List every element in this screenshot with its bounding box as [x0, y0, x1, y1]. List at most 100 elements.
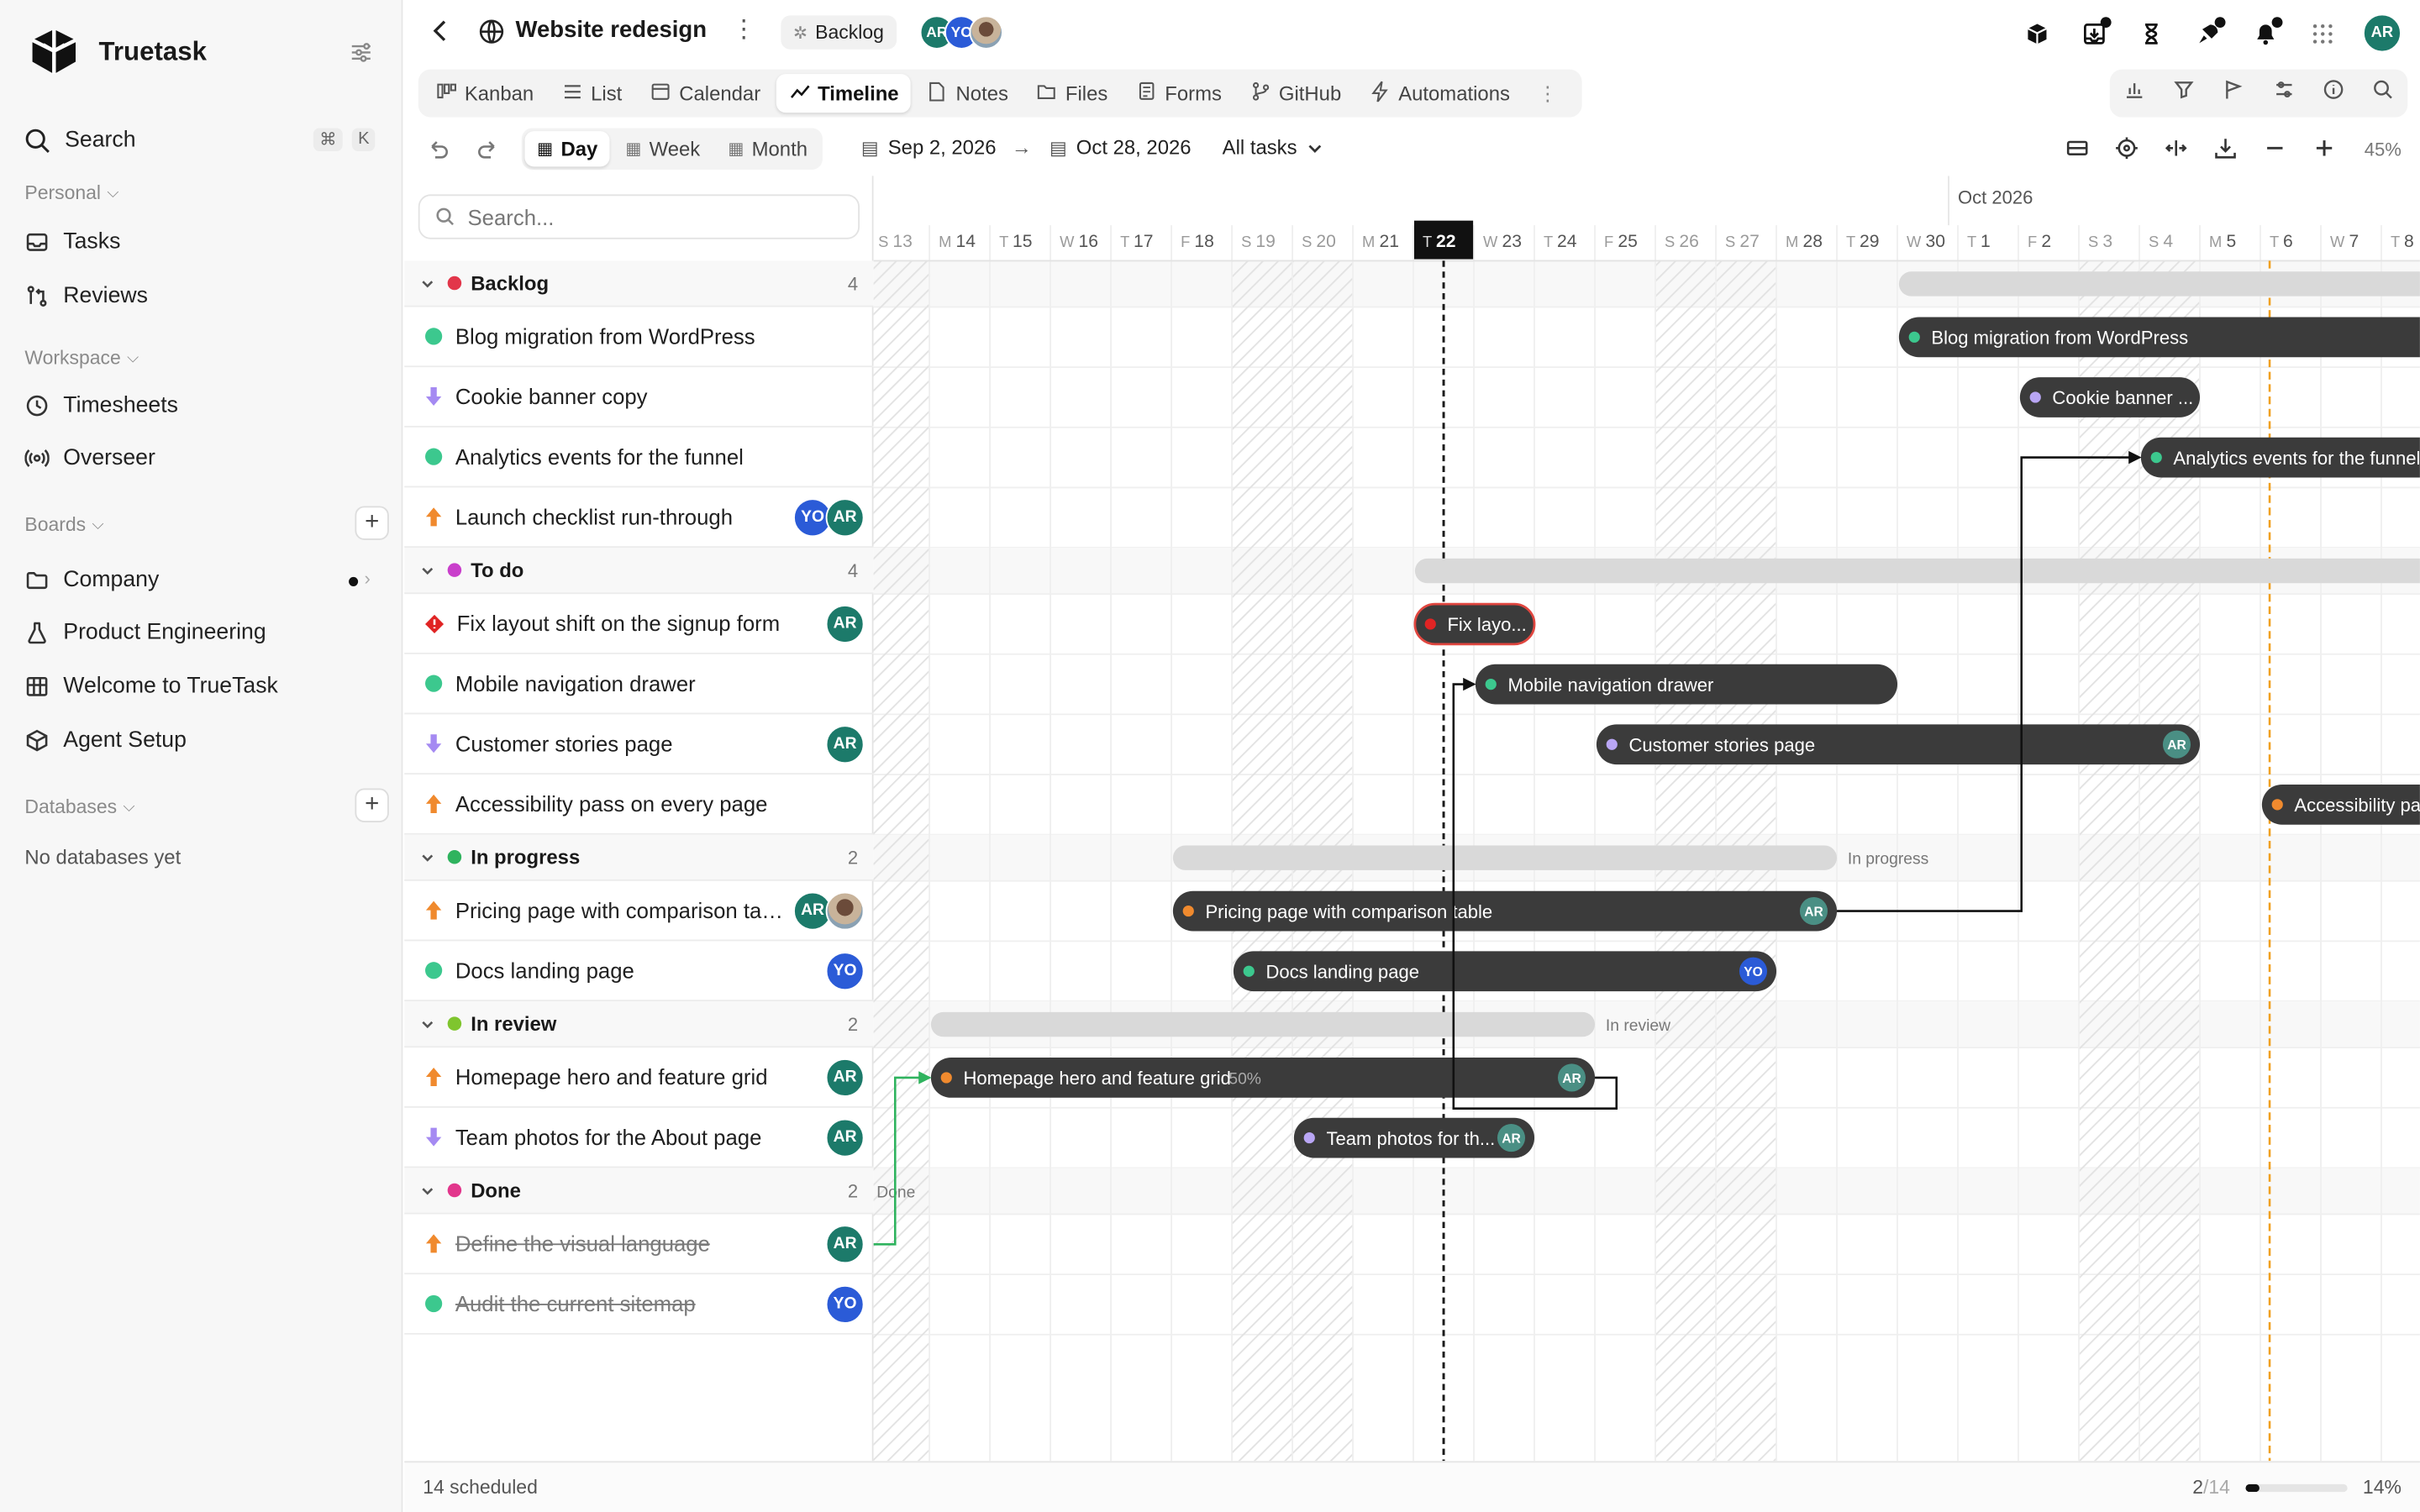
task-bar[interactable]: Pricing page with comparison table AR	[1172, 890, 1838, 932]
task-row[interactable]: Launch checklist run-through YO AR	[404, 487, 874, 549]
scale-month-button[interactable]: ▦ Month	[716, 131, 820, 166]
task-row[interactable]: Team photos for the About page AR	[404, 1108, 874, 1168]
tab-calendar[interactable]: Calendar	[638, 74, 773, 113]
task-bar[interactable]: Blog migration from WordPress	[1898, 317, 2420, 358]
task-row[interactable]: Pricing page with comparison table AR	[404, 881, 874, 942]
group-header[interactable]: Done 2	[404, 1168, 874, 1215]
task-row[interactable]: Blog migration from WordPress	[404, 307, 874, 368]
chevron-down-icon[interactable]	[420, 562, 435, 577]
task-bar[interactable]: Mobile navigation drawer	[1475, 664, 1898, 705]
search-icon[interactable]	[2372, 79, 2394, 108]
user-avatar[interactable]: AR	[2362, 13, 2402, 53]
tab-list[interactable]: List	[550, 74, 634, 113]
task-bar[interactable]: Fix layo...	[1413, 602, 1536, 646]
chevron-down-icon[interactable]	[420, 1183, 435, 1198]
task-bar[interactable]: Cookie banner ...	[2019, 377, 2201, 417]
tab-forms[interactable]: Forms	[1123, 74, 1234, 113]
task-bar[interactable]: Customer stories page AR	[1596, 724, 2201, 765]
chart-icon[interactable]	[2123, 79, 2145, 108]
group-header[interactable]: In review 2	[404, 1001, 874, 1048]
scale-week-button[interactable]: ▦ Week	[613, 131, 713, 166]
task-filter-dropdown[interactable]: All tasks	[1223, 136, 1325, 159]
task-bar[interactable]: Team photos for th... AR	[1293, 1117, 1535, 1158]
group-summary-bar[interactable]	[1414, 558, 2420, 584]
target-icon[interactable]	[2114, 136, 2139, 169]
flag-icon[interactable]	[2223, 79, 2245, 108]
chevron-down-icon[interactable]	[420, 276, 435, 291]
cube-icon[interactable]	[2020, 16, 2054, 50]
status-chip[interactable]: ✲ Backlog	[781, 15, 897, 50]
task-row[interactable]: Analytics events for the funnel	[404, 428, 874, 488]
more-tabs-icon[interactable]: ⋮	[1525, 74, 1570, 113]
sidebar-item-tasks[interactable]: Tasks	[24, 223, 120, 260]
add-board-button[interactable]: +	[355, 506, 389, 540]
tab-notes[interactable]: Notes	[914, 74, 1021, 113]
zoom-out-icon[interactable]	[2263, 136, 2287, 169]
download-icon[interactable]	[2213, 136, 2238, 169]
task-search-input[interactable]: Search...	[418, 194, 860, 239]
redo-icon[interactable]	[476, 137, 500, 170]
sidebar-item-reviews[interactable]: Reviews	[24, 278, 148, 315]
rows-icon[interactable]	[2065, 136, 2090, 169]
fit-width-icon[interactable]	[2164, 136, 2188, 169]
app-logo[interactable]: Truetask	[28, 26, 207, 78]
task-row[interactable]: Accessibility pass on every page	[404, 774, 874, 835]
section-workspace[interactable]: Workspace ⌵	[24, 347, 139, 369]
task-row[interactable]: Audit the current sitemap YO	[404, 1274, 874, 1335]
chevron-down-icon[interactable]	[420, 1016, 435, 1031]
task-row[interactable]: Define the visual language AR	[404, 1214, 874, 1275]
task-row[interactable]: Fix layout shift on the signup form AR	[404, 594, 874, 654]
apps-grid-icon[interactable]	[2306, 16, 2339, 50]
tab-kanban[interactable]: Kanban	[423, 74, 546, 113]
tab-files[interactable]: Files	[1023, 74, 1120, 113]
group-summary-bar[interactable]	[930, 1011, 1596, 1037]
section-databases[interactable]: Databases ⌵	[24, 796, 134, 818]
sidebar-item-overseer[interactable]: Overseer	[24, 439, 155, 476]
chevron-down-icon[interactable]	[420, 849, 435, 864]
sidebar-item-welcome[interactable]: Welcome to TrueTask	[24, 668, 278, 705]
section-boards[interactable]: Boards ⌵	[24, 514, 103, 536]
sidebar-item-timesheets[interactable]: Timesheets	[24, 387, 178, 424]
group-header[interactable]: In progress 2	[404, 834, 874, 881]
task-bar[interactable]: Docs landing page YO	[1233, 951, 1777, 992]
task-row[interactable]: Docs landing page YO	[404, 941, 874, 1002]
zoom-in-icon[interactable]	[2312, 136, 2336, 169]
chevron-right-icon[interactable]: ›	[364, 568, 370, 590]
tab-github[interactable]: GitHub	[1237, 74, 1354, 113]
sidebar-settings-icon[interactable]	[349, 40, 373, 73]
filter-icon[interactable]	[2174, 79, 2196, 108]
start-date-field[interactable]: ▤ Sep 2, 2026 →	[861, 136, 1032, 160]
project-title[interactable]: Website redesign	[515, 17, 707, 43]
bell-icon[interactable]	[2249, 16, 2283, 50]
back-button[interactable]	[429, 17, 451, 52]
group-header[interactable]: To do 4	[404, 548, 874, 595]
sidebar-search[interactable]: Search	[24, 122, 136, 159]
task-bar[interactable]: Analytics events for the funnel	[2140, 437, 2420, 478]
section-personal[interactable]: Personal ⌵	[24, 182, 118, 204]
tab-timeline[interactable]: Timeline	[776, 74, 912, 113]
member-avatars[interactable]: AR YO	[919, 15, 1003, 50]
sliders-icon[interactable]	[2273, 79, 2295, 108]
rocket-icon[interactable]	[2191, 16, 2226, 50]
info-icon[interactable]	[2323, 79, 2344, 108]
group-header[interactable]: Backlog 4	[404, 260, 874, 307]
more-options-icon[interactable]: ⋮	[732, 14, 756, 45]
task-row[interactable]: Mobile navigation drawer	[404, 654, 874, 715]
scale-day-button[interactable]: ▦ Day	[524, 131, 610, 167]
group-summary-bar[interactable]	[1172, 845, 1838, 870]
end-date-field[interactable]: ▤ Oct 28, 2026	[1050, 136, 1192, 160]
task-row[interactable]: Homepage hero and feature grid AR	[404, 1047, 874, 1108]
hourglass-icon[interactable]	[2134, 16, 2168, 50]
timeline-grid[interactable]: S 13 M 14 T 15 W 16 T 17 F 18 S 19 S 20 M 21 T 22…	[873, 176, 2420, 1462]
sidebar-item-product-engineering[interactable]: Product Engineering	[24, 614, 266, 651]
group-summary-bar[interactable]	[1898, 271, 2420, 297]
add-database-button[interactable]: +	[355, 788, 389, 822]
sidebar-item-agent-setup[interactable]: Agent Setup	[24, 722, 187, 759]
task-row[interactable]: Cookie banner copy	[404, 367, 874, 428]
undo-icon[interactable]	[426, 137, 450, 170]
task-bar[interactable]: Accessibility pa	[2261, 784, 2420, 825]
inbox-download-icon[interactable]	[2077, 16, 2112, 50]
sidebar-item-company[interactable]: Company	[24, 562, 159, 599]
tab-automations[interactable]: Automations	[1357, 74, 1523, 113]
task-bar[interactable]: Homepage hero and feature grid50% AR	[930, 1058, 1596, 1098]
